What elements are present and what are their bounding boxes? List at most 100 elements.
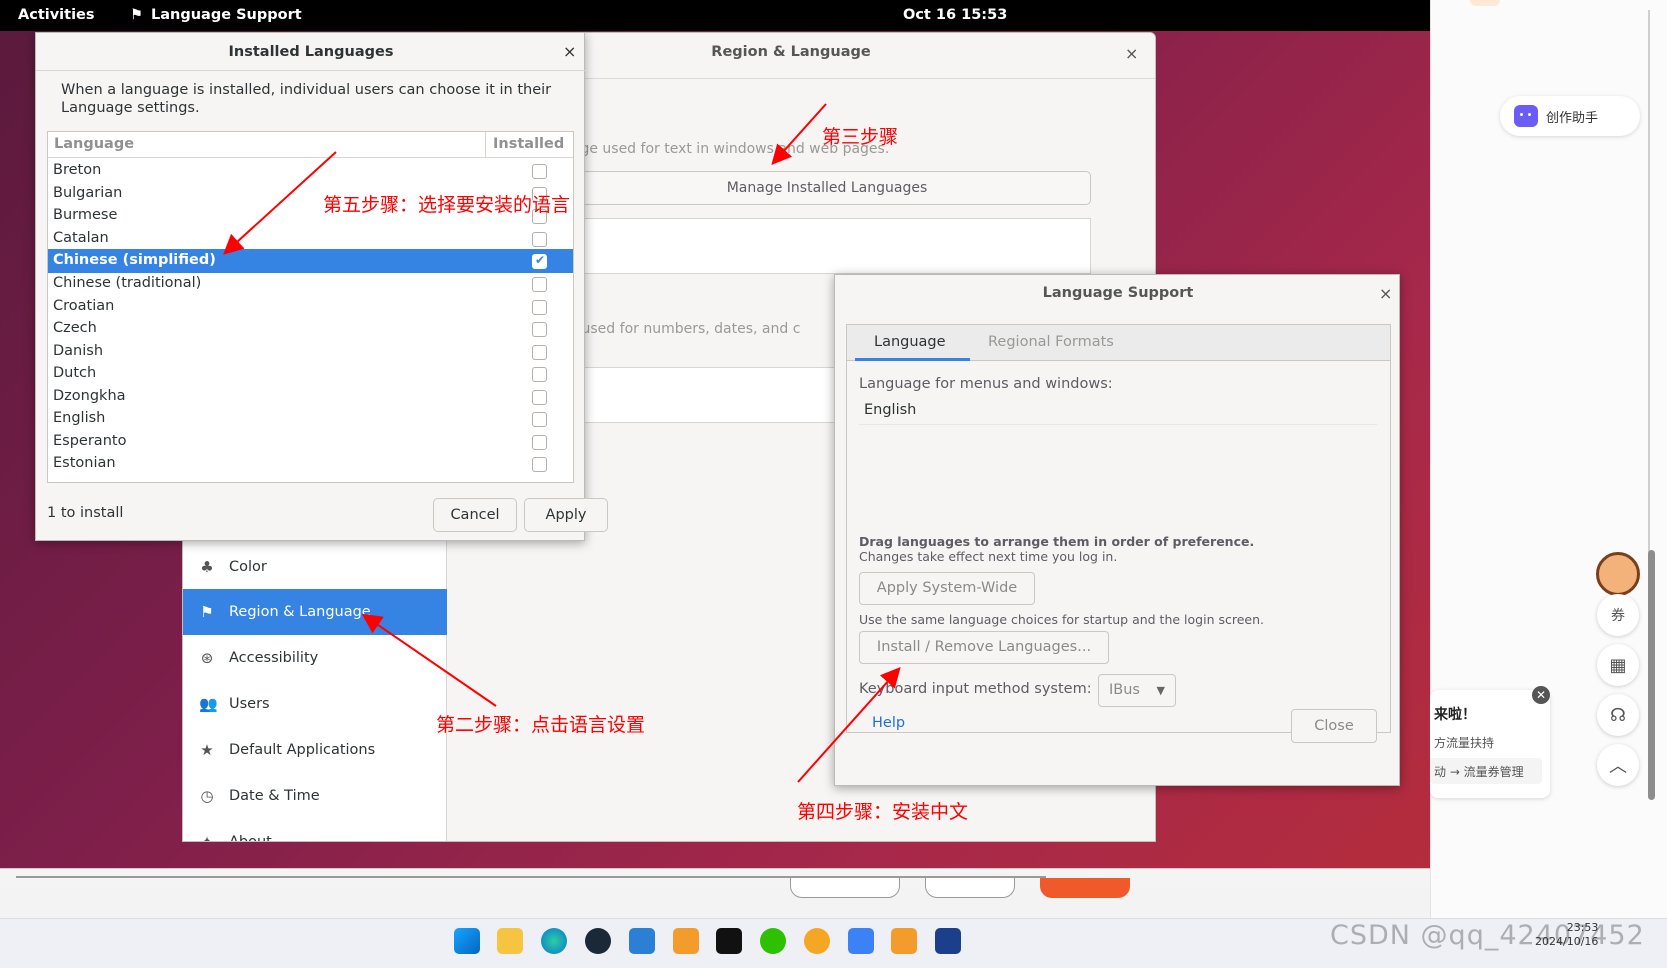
installed-checkbox[interactable]	[532, 435, 547, 450]
list-item[interactable]: English	[48, 407, 573, 431]
app-menu[interactable]: ⚑ Language Support	[130, 7, 302, 23]
mascot-avatar[interactable]	[1596, 552, 1640, 596]
terminal-icon[interactable]	[716, 928, 742, 954]
sidebar-item-label: Default Applications	[229, 742, 376, 758]
support-button[interactable]: ☊	[1597, 694, 1639, 736]
star-icon: ★	[200, 741, 214, 759]
ai-assistant-button[interactable]: 创作助手	[1500, 96, 1640, 136]
apply-system-wide-button[interactable]: Apply System-Wide	[859, 572, 1035, 605]
app-icon[interactable]	[848, 928, 874, 954]
sidebar-item-label: Region & Language	[229, 604, 371, 620]
list-item[interactable]: Dzongkha	[48, 385, 573, 409]
tab-regional-formats[interactable]: Regional Formats	[988, 334, 1114, 350]
wechat-icon[interactable]	[760, 928, 786, 954]
apply-button[interactable]: Apply	[524, 498, 608, 532]
manage-installed-languages-button[interactable]: Manage Installed Languages	[563, 171, 1091, 205]
activities-button[interactable]: Activities	[18, 7, 95, 23]
installed-checkbox[interactable]	[532, 390, 547, 405]
list-item-selected[interactable]: Chinese (simplified)	[48, 249, 573, 273]
flag-icon: ⚑	[130, 7, 143, 23]
qrcode-button[interactable]: ▦	[1597, 644, 1639, 686]
back-to-top-button[interactable]: ︿	[1597, 744, 1639, 786]
close-icon[interactable]: ×	[1125, 44, 1138, 63]
sidebar-item-color[interactable]: ♣ Color	[183, 544, 447, 590]
close-icon[interactable]: ×	[563, 42, 576, 61]
installed-checkbox[interactable]	[532, 345, 547, 360]
language-name: Czech	[53, 320, 97, 336]
vmware-workstation-icon[interactable]	[891, 928, 917, 954]
cancel-button[interactable]: Cancel	[433, 498, 517, 532]
list-item[interactable]: Czech	[48, 317, 573, 341]
steam-icon[interactable]	[585, 928, 611, 954]
search-tool-icon[interactable]	[804, 928, 830, 954]
edge-icon[interactable]	[541, 928, 567, 954]
language-support-panel: Language Regional Formats Language for m…	[846, 324, 1391, 733]
keyboard-input-label: Keyboard input method system:	[859, 681, 1092, 697]
menus-language-label: Language for menus and windows:	[859, 376, 1113, 392]
installed-checkbox[interactable]	[532, 232, 547, 247]
avatar-fragment	[1470, 0, 1500, 6]
list-item[interactable]: Catalan	[48, 227, 573, 251]
list-item[interactable]: Breton	[48, 159, 573, 183]
taskbar-date: 2024/10/16	[1535, 935, 1599, 948]
sidebar-item-about[interactable]: ✦ About	[183, 819, 447, 842]
list-item[interactable]: Dutch	[48, 362, 573, 386]
file-explorer-icon[interactable]	[497, 928, 523, 954]
installed-checkbox-checked[interactable]	[532, 253, 547, 269]
language-name: Catalan	[53, 230, 109, 246]
close-icon[interactable]: ×	[1379, 284, 1392, 303]
sidebar-item-accessibility[interactable]: ⊛ Accessibility	[183, 635, 447, 681]
sidebar-item-label: About	[229, 834, 272, 842]
annotation-step4: 第四步骤：安装中文	[797, 801, 969, 823]
tab-language[interactable]: Language	[874, 334, 946, 350]
installed-checkbox[interactable]	[532, 164, 547, 179]
language-name: Chinese (simplified)	[53, 252, 216, 268]
promo-close-icon[interactable]: ✕	[1532, 686, 1550, 704]
list-item[interactable]: Estonian	[48, 452, 573, 476]
installed-checkbox[interactable]	[532, 277, 547, 292]
language-name: Esperanto	[53, 433, 127, 449]
vmware-icon[interactable]	[673, 928, 699, 954]
list-item[interactable]: Esperanto	[48, 430, 573, 454]
vscode-icon[interactable]	[629, 928, 655, 954]
sidebar-item-date-time[interactable]: ◷ Date & Time	[183, 773, 447, 819]
installed-checkbox[interactable]	[532, 457, 547, 472]
column-header-language[interactable]: Language	[54, 136, 134, 152]
sidebar-item-users[interactable]: 👥 Users	[183, 681, 447, 727]
browser-scrollbar[interactable]	[1648, 550, 1655, 800]
windows-start-icon[interactable]	[454, 928, 480, 954]
language-list-item[interactable]: English	[864, 402, 916, 418]
same-choices-hint: Use the same language choices for startu…	[859, 612, 1264, 627]
clock[interactable]: Oct 16 15:53	[903, 7, 1007, 23]
annotation-step5: 第五步骤：选择要安装的语言	[323, 194, 571, 216]
sidebar-item-default-applications[interactable]: ★ Default Applications	[183, 727, 447, 773]
install-remove-languages-button[interactable]: Install / Remove Languages...	[859, 631, 1109, 664]
list-header: Language Installed	[48, 132, 573, 158]
language-name: Dutch	[53, 365, 97, 381]
column-header-installed[interactable]: Installed	[493, 136, 564, 152]
close-button[interactable]: Close	[1291, 709, 1377, 743]
installed-checkbox[interactable]	[532, 300, 547, 315]
language-name: Croatian	[53, 298, 115, 314]
list-item[interactable]: Croatian	[48, 295, 573, 319]
promo-line-2[interactable]: 动 → 流量券管理	[1430, 758, 1542, 784]
language-row[interactable]: ge	[563, 218, 1091, 274]
coupon-button[interactable]: 券	[1597, 594, 1639, 636]
sidebar-item-region-language[interactable]: ⚑ Region & Language	[183, 589, 447, 635]
input-method-select[interactable]: IBus ▼	[1098, 674, 1176, 707]
help-link[interactable]: Help	[872, 715, 905, 731]
taskbar-clock[interactable]: 23:53 2024/10/16	[1535, 921, 1598, 949]
annotation-step3: 第三步骤	[822, 126, 899, 148]
list-item[interactable]: Danish	[48, 340, 573, 364]
installed-checkbox[interactable]	[532, 322, 547, 337]
installed-checkbox[interactable]	[532, 367, 547, 382]
language-name: English	[53, 410, 106, 426]
list-item[interactable]: Chinese (traditional)	[48, 272, 573, 296]
ubuntu-desktop: Activities ⚑ Language Support Oct 16 15:…	[0, 0, 1430, 888]
remote-desktop-icon[interactable]	[935, 928, 961, 954]
promo-title: 来啦！	[1434, 707, 1476, 723]
accessibility-icon: ⊛	[200, 649, 214, 667]
annotation-step2: 第二步骤：点击语言设置	[436, 714, 646, 736]
installed-checkbox[interactable]	[532, 412, 547, 427]
dialog-intro: When a language is installed, individual…	[61, 82, 552, 116]
